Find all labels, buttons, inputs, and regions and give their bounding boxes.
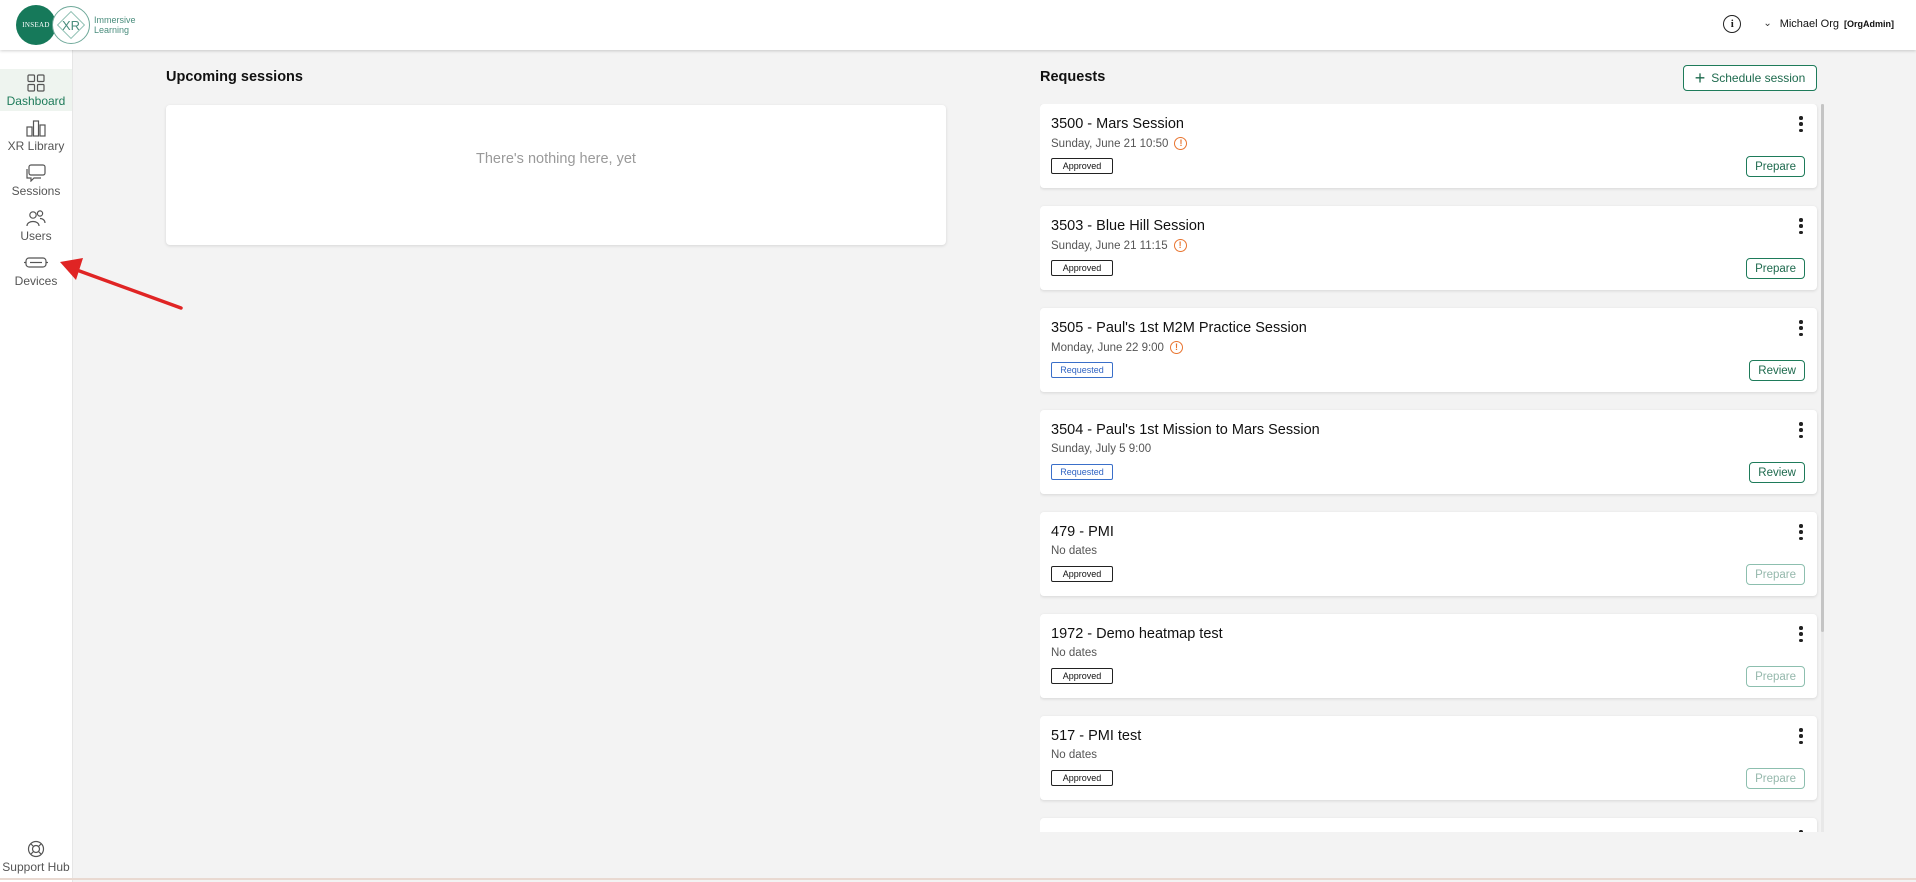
annotation-arrow <box>60 258 183 310</box>
header-user-area: i ⌄ Michael Org [OrgAdmin] <box>1723 12 1894 36</box>
status-badge: Requested <box>1051 464 1113 480</box>
prepare-button[interactable]: Prepare <box>1746 564 1805 585</box>
headset-icon <box>23 253 49 273</box>
schedule-session-button[interactable]: + Schedule session <box>1683 65 1817 91</box>
sidebar-item-label: Dashboard <box>6 94 66 108</box>
schedule-session-label: Schedule session <box>1711 71 1806 85</box>
insead-logo: INSEAD <box>16 5 56 45</box>
upcoming-sessions-title: Upcoming sessions <box>166 69 303 85</box>
request-date: Sunday, June 21 10:50! <box>1051 137 1188 150</box>
logo-text: Immersive Learning <box>94 15 136 35</box>
bottom-border <box>0 878 1916 880</box>
more-options-icon[interactable] <box>1799 320 1803 336</box>
sidebar-item-support-hub[interactable]: Support Hub <box>0 835 72 877</box>
review-button[interactable]: Review <box>1749 360 1805 381</box>
request-date-text: No dates <box>1051 545 1098 557</box>
request-card[interactable] <box>1040 818 1817 832</box>
user-role: [OrgAdmin] <box>1844 19 1894 29</box>
request-date: Sunday, July 5 9:00 <box>1051 443 1151 455</box>
sessions-icon <box>25 163 47 183</box>
request-title: 3503 - Blue Hill Session <box>1051 218 1205 234</box>
warning-icon: ! <box>1169 341 1183 354</box>
request-date-text: Sunday, July 5 9:00 <box>1051 443 1152 455</box>
sidebar-item-label: Users <box>20 229 52 243</box>
prepare-button[interactable]: Prepare <box>1746 258 1805 279</box>
more-options-icon[interactable] <box>1799 116 1803 132</box>
status-badge: Approved <box>1051 260 1113 276</box>
request-date: Monday, June 22 9:00! <box>1051 341 1183 354</box>
users-icon <box>25 208 47 228</box>
library-icon <box>26 118 46 138</box>
request-date-text: No dates <box>1051 647 1098 659</box>
prepare-button[interactable]: Prepare <box>1746 768 1805 789</box>
sidebar-item-users[interactable]: Users <box>0 204 72 246</box>
request-date: No dates <box>1051 749 1097 761</box>
requests-scrollbar-thumb[interactable] <box>1821 104 1824 632</box>
top-header: INSEAD XR Immersive Learning i ⌄ Michael… <box>0 0 1916 50</box>
sidebar-item-label: Sessions <box>11 184 61 198</box>
request-date-text: Sunday, June 21 11:15 <box>1051 239 1168 252</box>
dashboard-icon <box>27 73 45 93</box>
status-badge: Approved <box>1051 668 1113 684</box>
sidebar-item-sessions[interactable]: Sessions <box>0 159 72 201</box>
request-card[interactable]: 1972 - Demo heatmap test No dates Approv… <box>1040 614 1817 698</box>
request-title: 3500 - Mars Session <box>1051 116 1184 132</box>
requests-title: Requests <box>1040 69 1106 85</box>
review-button[interactable]: Review <box>1749 462 1805 483</box>
plus-icon: + <box>1694 68 1706 88</box>
request-card[interactable]: 3504 - Paul's 1st Mission to Mars Sessio… <box>1040 410 1817 494</box>
request-card[interactable]: 479 - PMI No dates Approved Prepare <box>1040 512 1817 596</box>
status-badge: Approved <box>1051 566 1113 582</box>
prepare-button[interactable]: Prepare <box>1746 666 1805 687</box>
chevron-down-icon[interactable]: ⌄ <box>1763 18 1771 29</box>
warning-icon: ! <box>1174 137 1188 150</box>
upcoming-sessions-panel: There's nothing here, yet <box>166 105 946 245</box>
request-date-text: Sunday, June 21 10:50 <box>1051 137 1169 150</box>
prepare-button[interactable]: Prepare <box>1746 156 1805 177</box>
sidebar-item-label: XR Library <box>7 139 65 153</box>
sidebar-item-dashboard[interactable]: Dashboard <box>0 69 72 111</box>
app-logo[interactable]: INSEAD XR Immersive Learning <box>16 5 154 45</box>
more-options-icon[interactable] <box>1799 728 1803 744</box>
sidebar-item-label: Devices <box>14 274 58 288</box>
more-options-icon[interactable] <box>1799 830 1803 832</box>
sidebar-item-xr-library[interactable]: XR Library <box>0 114 72 156</box>
requests-list[interactable]: 3500 - Mars Session Sunday, June 21 10:5… <box>1040 104 1826 832</box>
request-card[interactable]: 3500 - Mars Session Sunday, June 21 10:5… <box>1040 104 1817 188</box>
status-badge: Approved <box>1051 158 1113 174</box>
request-date-text: Monday, June 22 9:00 <box>1051 341 1164 354</box>
status-badge: Requested <box>1051 362 1113 378</box>
request-title: 479 - PMI <box>1051 524 1114 540</box>
sidebar-item-label: Support Hub <box>2 860 70 874</box>
xr-logo: XR <box>52 6 90 44</box>
more-options-icon[interactable] <box>1799 524 1803 540</box>
request-title: 517 - PMI test <box>1051 728 1142 744</box>
request-card[interactable]: 3505 - Paul's 1st M2M Practice Session M… <box>1040 308 1817 392</box>
request-card[interactable]: 517 - PMI test No dates Approved Prepare <box>1040 716 1817 800</box>
request-title: 3505 - Paul's 1st M2M Practice Session <box>1051 320 1307 336</box>
request-date-text: No dates <box>1051 749 1098 761</box>
request-date: No dates <box>1051 545 1097 557</box>
more-options-icon[interactable] <box>1799 422 1803 438</box>
warning-icon: ! <box>1173 239 1187 252</box>
user-name[interactable]: Michael Org <box>1780 18 1839 30</box>
more-options-icon[interactable] <box>1799 626 1803 642</box>
status-badge: Approved <box>1051 770 1113 786</box>
request-date: Sunday, June 21 11:15! <box>1051 239 1187 252</box>
request-date: No dates <box>1051 647 1097 659</box>
more-options-icon[interactable] <box>1799 218 1803 234</box>
lifebuoy-icon <box>27 839 45 859</box>
info-icon[interactable]: i <box>1723 15 1742 33</box>
empty-state-text: There's nothing here, yet <box>476 151 636 167</box>
request-card[interactable]: 3503 - Blue Hill Session Sunday, June 21… <box>1040 206 1817 290</box>
request-title: 3504 - Paul's 1st Mission to Mars Sessio… <box>1051 422 1320 438</box>
sidebar: Dashboard XR Library Sessions Users Devi… <box>0 50 73 882</box>
request-title: 1972 - Demo heatmap test <box>1051 626 1223 642</box>
